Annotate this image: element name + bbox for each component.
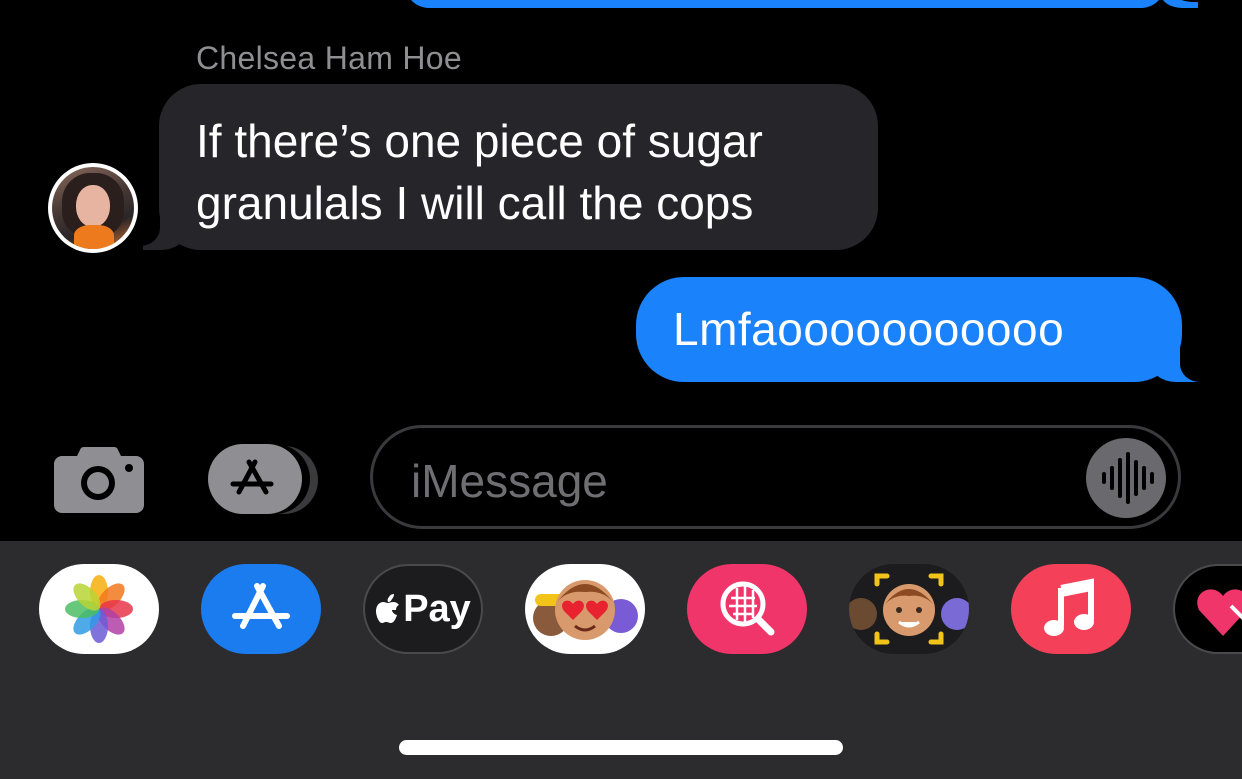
incoming-message-line: granulals I will call the cops	[196, 177, 754, 229]
image-search-icon	[720, 581, 775, 636]
audio-record-button[interactable]	[1086, 438, 1166, 518]
memoji-icon	[533, 580, 638, 640]
music-note-icon	[1044, 578, 1094, 636]
memoji-app-button[interactable]	[525, 564, 645, 654]
incoming-message-bubble[interactable]: If there’s one piece of sugar granulals …	[159, 84, 878, 250]
apple-logo-icon	[376, 594, 400, 623]
sender-name: Chelsea Ham Hoe	[196, 40, 462, 76]
message-input-placeholder: iMessage	[411, 455, 608, 507]
photos-icon	[65, 575, 133, 643]
avatar[interactable]	[48, 163, 138, 253]
audio-waveform-icon	[1102, 452, 1154, 504]
memoji-stickers-app-button[interactable]	[849, 564, 969, 654]
message-input[interactable]: iMessage	[370, 425, 1181, 529]
home-indicator[interactable]	[399, 740, 843, 755]
camera-icon	[54, 446, 144, 513]
apple-pay-app-button[interactable]: Pay	[363, 564, 483, 654]
outgoing-message-bubble[interactable]: Lmfaooooooooooo	[636, 277, 1182, 382]
app-store-app-button[interactable]	[201, 564, 321, 654]
apple-pay-label: Pay	[403, 587, 471, 630]
images-app-button[interactable]	[687, 564, 807, 654]
music-app-button[interactable]	[1011, 564, 1131, 654]
apps-button[interactable]	[208, 442, 320, 516]
app-store-icon	[232, 583, 290, 629]
camera-button[interactable]	[54, 443, 144, 513]
photos-app-button[interactable]	[39, 564, 159, 654]
app-store-icon	[208, 444, 318, 514]
previous-message-bubble[interactable]	[405, 0, 1165, 8]
incoming-message-line: If there’s one piece of sugar	[196, 115, 763, 167]
memoji-sticker-icon	[849, 573, 969, 645]
